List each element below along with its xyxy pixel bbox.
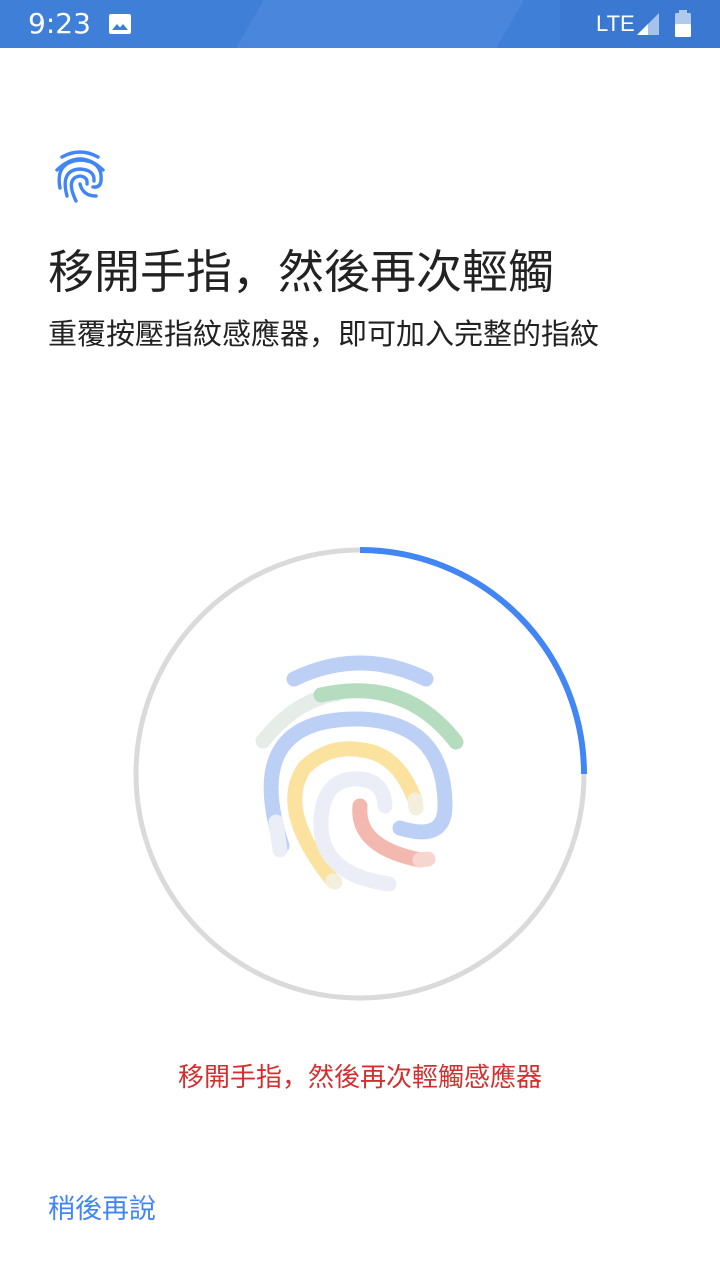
- page-title: 移開手指，然後再次輕觸: [48, 245, 554, 299]
- fingerprint-illustration: [255, 655, 464, 892]
- signal-icon: [637, 13, 659, 35]
- enrollment-progress-ring: [133, 547, 587, 1001]
- network-type: LTE: [596, 11, 635, 36]
- battery-icon: [675, 10, 691, 37]
- fingerprint-icon: [55, 150, 105, 203]
- enrollment-error-message: 移開手指，然後再次輕觸感應器: [177, 1063, 542, 1093]
- status-time: 9:23: [28, 7, 91, 40]
- status-bar: 9:23 LTE: [0, 0, 720, 48]
- page-subtitle: 重覆按壓指紋感應器，即可加入完整的指紋: [48, 317, 600, 351]
- do-it-later-button[interactable]: 稍後再說: [40, 1184, 164, 1234]
- image-icon: [109, 14, 131, 34]
